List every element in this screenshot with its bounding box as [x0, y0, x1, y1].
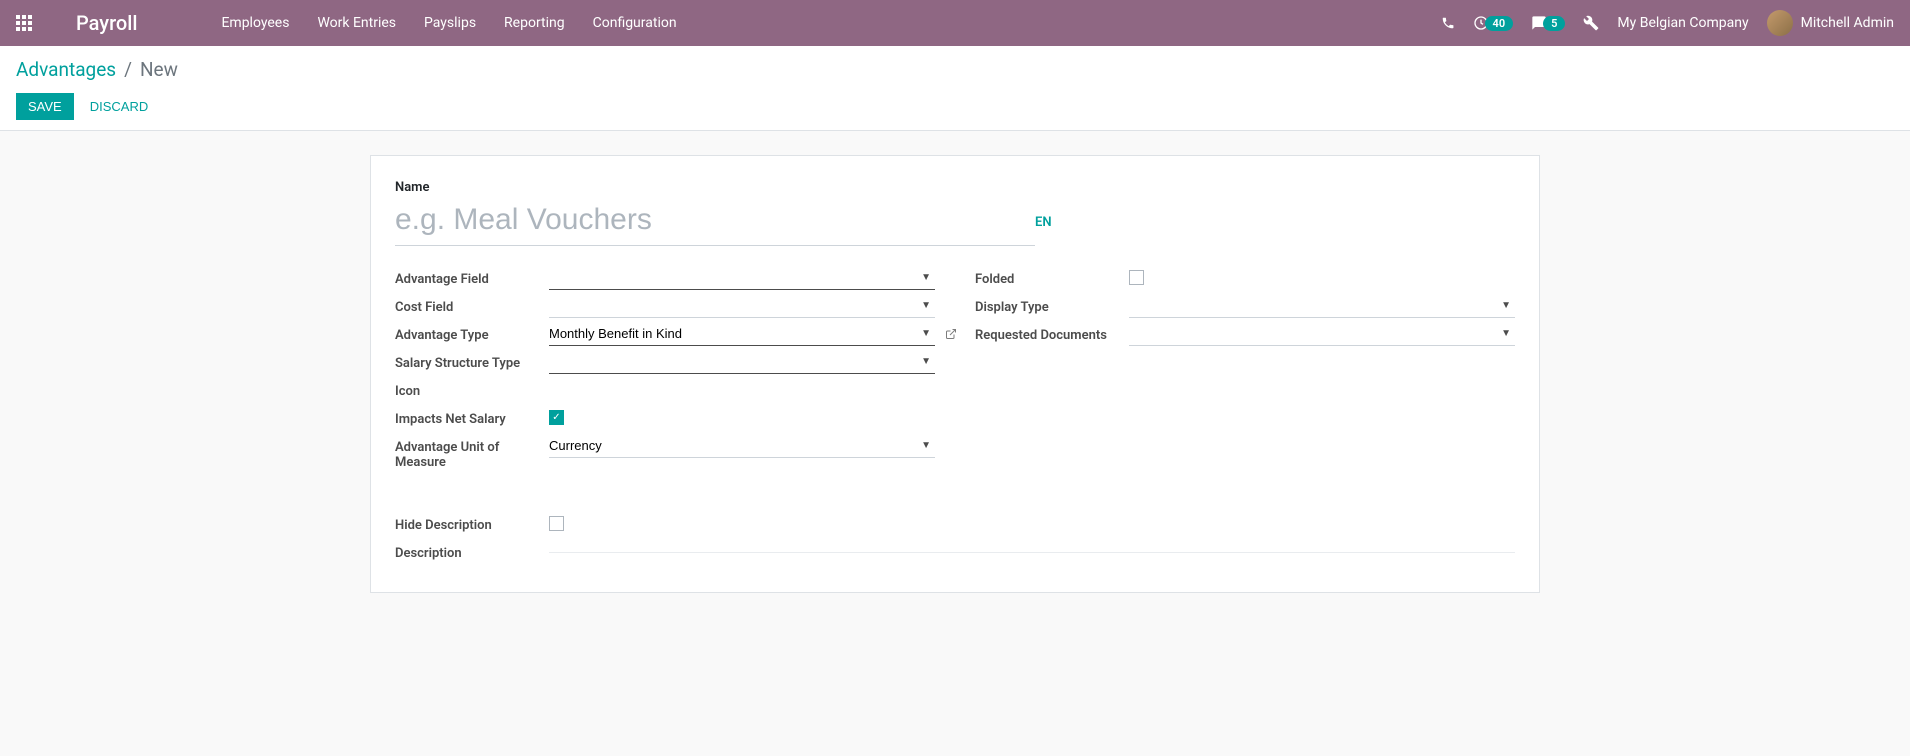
field-folded: Folded — [975, 266, 1515, 294]
breadcrumb-current: New — [140, 58, 178, 81]
control-buttons: Save Discard — [16, 93, 1894, 120]
label-folded: Folded — [975, 268, 1129, 287]
field-icon: Icon — [395, 378, 935, 406]
menu-employees[interactable]: Employees — [221, 15, 289, 31]
breadcrumb-separator: / — [124, 58, 132, 81]
form-columns: Advantage Field ▼ Cost Field ▼ Advantage… — [395, 266, 1515, 472]
label-icon: Icon — [395, 380, 549, 399]
phone-icon[interactable] — [1441, 16, 1455, 30]
label-display-type: Display Type — [975, 296, 1129, 315]
control-panel: Advantages / New Save Discard — [0, 46, 1910, 131]
activity-button[interactable]: 40 — [1473, 15, 1514, 31]
name-input[interactable] — [395, 199, 1035, 246]
form-view: Name EN Advantage Field ▼ Cost Field — [0, 131, 1910, 617]
title-section: Name EN — [395, 180, 1515, 246]
menu-configuration[interactable]: Configuration — [593, 15, 677, 31]
messaging-button[interactable]: 5 — [1531, 15, 1565, 31]
save-button[interactable]: Save — [16, 93, 74, 120]
breadcrumb-parent[interactable]: Advantages — [16, 58, 116, 81]
requested-documents-input[interactable] — [1129, 324, 1515, 346]
message-count: 5 — [1543, 16, 1565, 31]
description-input[interactable] — [549, 542, 1515, 553]
salary-structure-type-input[interactable] — [549, 352, 935, 374]
external-link-icon[interactable] — [945, 328, 957, 344]
name-label: Name — [395, 180, 1515, 195]
navbar-left: Payroll Employees Work Entries Payslips … — [16, 11, 677, 35]
breadcrumb: Advantages / New — [16, 58, 1894, 81]
menu-reporting[interactable]: Reporting — [504, 15, 565, 31]
company-selector[interactable]: My Belgian Company — [1617, 15, 1748, 31]
label-advantage-field: Advantage Field — [395, 268, 549, 287]
nav-menu: Employees Work Entries Payslips Reportin… — [221, 15, 676, 31]
label-hide-description: Hide Description — [395, 514, 549, 533]
debug-icon[interactable] — [1583, 15, 1599, 31]
left-column: Advantage Field ▼ Cost Field ▼ Advantage… — [395, 266, 935, 472]
field-description: Description — [395, 540, 1515, 568]
label-salary-structure-type: Salary Structure Type — [395, 352, 549, 371]
field-impacts-net-salary: Impacts Net Salary ✓ — [395, 406, 935, 434]
advantage-uom-input[interactable] — [549, 436, 935, 458]
label-requested-documents: Requested Documents — [975, 324, 1129, 343]
folded-checkbox[interactable] — [1129, 270, 1144, 285]
label-advantage-uom: Advantage Unit of Measure — [395, 436, 549, 470]
field-salary-structure-type: Salary Structure Type ▼ — [395, 350, 935, 378]
label-impacts-net-salary: Impacts Net Salary — [395, 408, 549, 427]
activity-count: 40 — [1485, 16, 1514, 31]
language-badge[interactable]: EN — [1035, 215, 1052, 230]
advantage-field-input[interactable] — [549, 268, 935, 290]
label-advantage-type: Advantage Type — [395, 324, 549, 343]
display-type-input[interactable] — [1129, 296, 1515, 318]
cost-field-input[interactable] — [549, 296, 935, 318]
user-menu[interactable]: Mitchell Admin — [1767, 10, 1894, 36]
label-cost-field: Cost Field — [395, 296, 549, 315]
field-cost-field: Cost Field ▼ — [395, 294, 935, 322]
hide-description-checkbox[interactable] — [549, 516, 564, 531]
user-name: Mitchell Admin — [1801, 15, 1894, 31]
field-advantage-uom: Advantage Unit of Measure ▼ — [395, 434, 935, 472]
field-requested-documents: Requested Documents ▼ — [975, 322, 1515, 350]
apps-icon[interactable] — [16, 15, 32, 31]
menu-work-entries[interactable]: Work Entries — [317, 15, 396, 31]
right-column: Folded Display Type ▼ Requested Document… — [975, 266, 1515, 472]
discard-button[interactable]: Discard — [86, 93, 153, 120]
field-advantage-field: Advantage Field ▼ — [395, 266, 935, 294]
field-advantage-type: Advantage Type ▼ — [395, 322, 935, 350]
field-hide-description: Hide Description — [395, 512, 1515, 540]
field-display-type: Display Type ▼ — [975, 294, 1515, 322]
label-description: Description — [395, 542, 549, 561]
description-section: Hide Description Description — [395, 512, 1515, 568]
avatar — [1767, 10, 1793, 36]
navbar-right: 40 5 My Belgian Company Mitchell Admin — [1441, 10, 1894, 36]
impacts-net-salary-checkbox[interactable]: ✓ — [549, 410, 564, 425]
advantage-type-input[interactable] — [549, 324, 935, 346]
app-brand[interactable]: Payroll — [76, 11, 137, 35]
main-navbar: Payroll Employees Work Entries Payslips … — [0, 0, 1910, 46]
form-sheet: Name EN Advantage Field ▼ Cost Field — [370, 155, 1540, 593]
menu-payslips[interactable]: Payslips — [424, 15, 476, 31]
